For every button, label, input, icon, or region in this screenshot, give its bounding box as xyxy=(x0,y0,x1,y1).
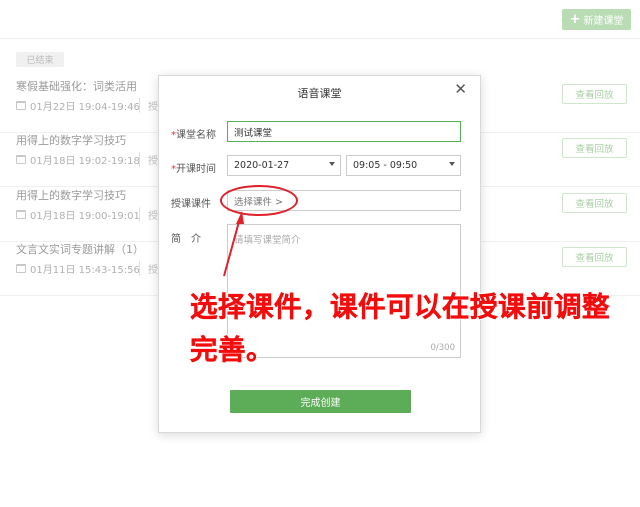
chevron-down-icon xyxy=(329,162,335,166)
lesson-extra: 授 xyxy=(139,261,158,276)
lesson-extra: 授 xyxy=(139,207,158,222)
plus-icon: + xyxy=(569,12,581,27)
view-replay-button[interactable]: 查看回放 xyxy=(562,138,627,158)
calendar-icon xyxy=(16,101,26,110)
lesson-time: 01月22日 19:04-19:46 xyxy=(16,98,140,113)
lesson-title: 寒假基础强化：词类活用 xyxy=(16,80,137,93)
new-classroom-label: 新建课堂 xyxy=(583,16,624,27)
courseware-label: 授课课件 xyxy=(171,199,211,210)
chevron-down-icon xyxy=(449,162,455,166)
lesson-time: 01月11日 15:43-15:56 xyxy=(16,261,140,276)
new-classroom-button[interactable]: + 新建课堂 xyxy=(562,9,631,30)
calendar-icon xyxy=(16,264,26,273)
annotation-text: 选择课件，课件可以在授课前调整完善。 xyxy=(190,291,610,366)
date-select[interactable]: 2020-01-27 xyxy=(227,155,341,176)
header-divider xyxy=(0,38,640,39)
view-replay-button[interactable]: 查看回放 xyxy=(562,84,627,104)
lesson-time: 01月18日 19:00-19:01 xyxy=(16,207,140,222)
lesson-title: 用得上的数字学习技巧 xyxy=(16,134,126,147)
create-classroom-dialog: 语音课堂 ✕ *课堂名称 测试课堂 *开课时间 2020-01-27 09:05… xyxy=(158,75,481,433)
ended-badge: 已结束 xyxy=(16,52,64,67)
view-replay-button[interactable]: 查看回放 xyxy=(562,193,627,213)
time-range-select[interactable]: 09:05 - 09:50 xyxy=(346,155,461,176)
calendar-icon xyxy=(16,210,26,219)
calendar-icon xyxy=(16,155,26,164)
classroom-name-input[interactable]: 测试课堂 xyxy=(227,121,461,142)
highlight-ellipse xyxy=(220,185,298,216)
finish-create-button[interactable]: 完成创建 xyxy=(230,390,411,413)
dialog-title: 语音课堂 xyxy=(297,87,342,100)
lesson-time: 01月18日 19:02-19:18 xyxy=(16,152,140,167)
lesson-extra: 授 xyxy=(139,98,158,113)
intro-label: 简 介 xyxy=(171,234,201,245)
name-label: *课堂名称 xyxy=(171,130,216,141)
lesson-title: 文言文实词专题讲解（1） xyxy=(16,243,144,256)
close-icon[interactable]: ✕ xyxy=(454,82,467,97)
lesson-extra: 授 xyxy=(139,152,158,167)
intro-placeholder: 请填写课堂简介 xyxy=(234,235,301,246)
lesson-title: 用得上的数字学习技巧 xyxy=(16,189,126,202)
view-replay-button[interactable]: 查看回放 xyxy=(562,247,627,267)
start-time-label: *开课时间 xyxy=(171,164,216,175)
